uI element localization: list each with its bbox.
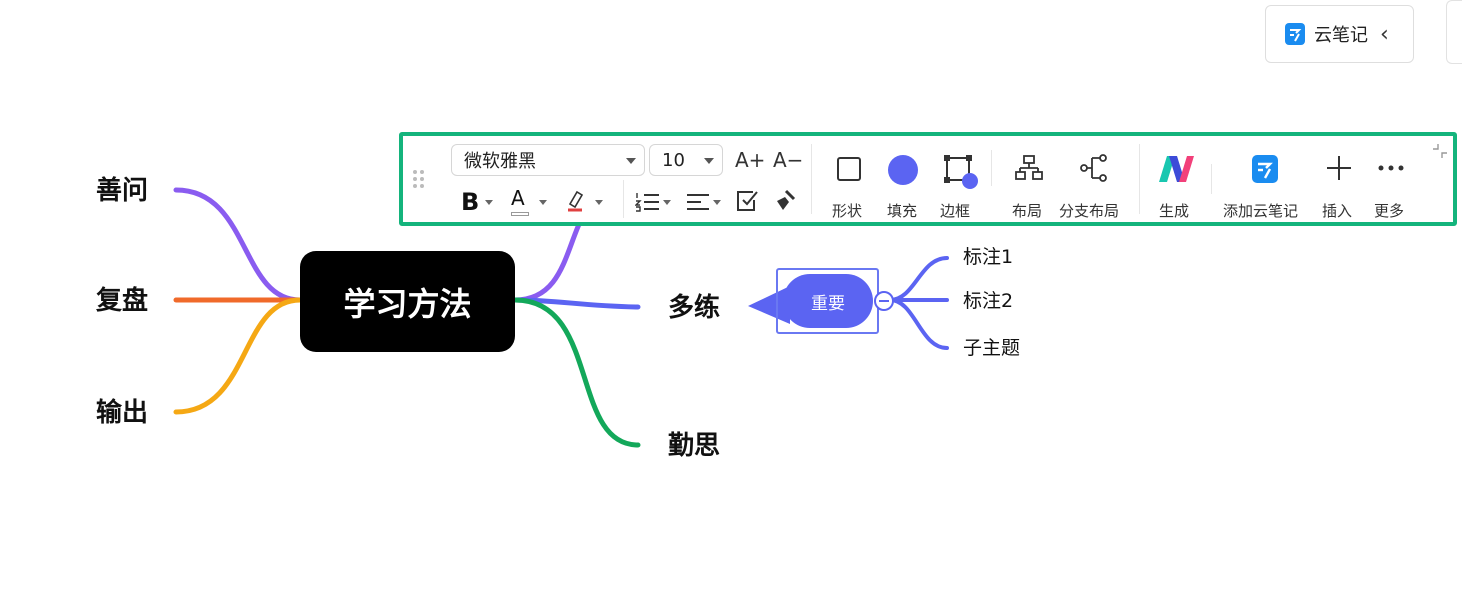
root-topic-label: 学习方法 xyxy=(343,284,472,323)
format-painter-button[interactable] xyxy=(773,188,797,216)
cloud-note-icon xyxy=(1285,23,1305,45)
checkbox-icon xyxy=(737,191,758,211)
branch-layout-tool[interactable]: 分支布局 xyxy=(1057,142,1129,222)
border-icon xyxy=(944,155,978,189)
cloud-note-label: 云笔记 xyxy=(1314,25,1368,46)
more-tool[interactable]: 更多 xyxy=(1367,142,1415,222)
cloud-note-button[interactable]: 云笔记 ‹ xyxy=(1265,5,1414,63)
font-size-value: 10 xyxy=(662,149,685,171)
cloud-note-icon xyxy=(1252,155,1278,183)
branch-layout-label: 分支布局 xyxy=(1059,202,1120,220)
fill-color-icon xyxy=(888,155,918,185)
font-color-icon: A xyxy=(511,186,525,210)
shape-label: 形状 xyxy=(832,202,863,220)
increase-font-button[interactable]: A+ xyxy=(735,148,765,172)
generate-label: 生成 xyxy=(1159,202,1190,220)
subtopic-biaozhu2[interactable]: 标注2 xyxy=(963,292,1013,311)
plus-icon xyxy=(1327,156,1351,180)
layout-tree-icon xyxy=(1015,155,1043,180)
fill-tool[interactable]: 填充 xyxy=(879,142,929,222)
caret-down-icon xyxy=(626,158,636,164)
font-color-button[interactable]: A xyxy=(511,186,551,218)
font-family-value: 微软雅黑 xyxy=(464,151,536,172)
border-label: 边框 xyxy=(940,202,971,220)
connector-qinsi xyxy=(512,297,641,448)
square-shape-icon xyxy=(837,157,861,181)
root-topic[interactable]: 学习方法 xyxy=(300,251,515,352)
drag-handle-icon[interactable] xyxy=(413,170,427,192)
ai-generate-icon xyxy=(1159,156,1194,182)
numbered-list-icon xyxy=(634,193,659,212)
numbered-list-button[interactable] xyxy=(634,190,671,216)
highlighter-icon xyxy=(568,190,584,212)
align-left-icon xyxy=(687,194,709,210)
minus-icon xyxy=(879,300,889,302)
caret-down-icon xyxy=(704,158,714,164)
more-label: 更多 xyxy=(1374,202,1405,220)
topic-qinsi[interactable]: 勤思 xyxy=(668,433,720,459)
layout-label: 布局 xyxy=(1012,202,1043,220)
mindmap-connectors xyxy=(173,187,949,448)
branch-layout-icon xyxy=(1080,154,1107,182)
shape-tool[interactable]: 形状 xyxy=(823,142,873,222)
floating-toolbar: 微软雅黑 10 A+ A− B A 形状 填充 边框 布局 分支布局 生成 添加… xyxy=(399,132,1457,226)
font-size-select[interactable]: 10 xyxy=(649,144,723,176)
add-cloud-note-label: 添加云笔记 xyxy=(1223,202,1299,220)
layout-tool[interactable]: 布局 xyxy=(1001,142,1055,222)
decrease-font-button[interactable]: A− xyxy=(773,148,803,172)
connector-hidden-branch xyxy=(512,219,583,303)
topic-fupan[interactable]: 复盘 xyxy=(96,288,148,314)
connector-shanwen xyxy=(173,187,303,303)
connector-biaozhu1 xyxy=(888,256,949,302)
side-panel-toggle[interactable] xyxy=(1446,0,1462,64)
insert-label: 插入 xyxy=(1322,202,1353,220)
task-checkbox-button[interactable] xyxy=(735,188,759,216)
chevron-left-icon: ‹ xyxy=(1380,21,1389,47)
selected-topic-important[interactable]: 重要 xyxy=(783,274,873,328)
font-family-select[interactable]: 微软雅黑 xyxy=(451,144,645,176)
subtopic-zizhuti[interactable]: 子主题 xyxy=(963,339,1020,358)
add-cloud-note-tool[interactable]: 添加云笔记 xyxy=(1221,142,1311,222)
ai-generate-tool[interactable]: 生成 xyxy=(1149,142,1203,222)
fill-label: 填充 xyxy=(887,202,918,220)
highlight-button[interactable] xyxy=(565,186,605,218)
collapse-toolbar-icon[interactable] xyxy=(1431,142,1449,160)
align-button[interactable] xyxy=(685,190,723,216)
selected-topic-label: 重要 xyxy=(811,293,845,314)
subtopic-biaozhu1[interactable]: 标注1 xyxy=(963,248,1013,267)
insert-tool[interactable]: 插入 xyxy=(1315,142,1363,222)
topic-shanwen[interactable]: 善问 xyxy=(96,178,148,204)
bold-icon: B xyxy=(461,188,480,216)
more-dots-icon xyxy=(1378,165,1404,171)
connector-zizhuti xyxy=(888,298,949,350)
collapse-toggle-button[interactable] xyxy=(874,291,894,311)
connector-shuchu xyxy=(173,297,303,415)
topic-shuchu[interactable]: 输出 xyxy=(96,400,148,426)
topic-duolian[interactable]: 多练 xyxy=(668,295,720,321)
border-tool[interactable]: 边框 xyxy=(935,142,985,222)
format-painter-icon xyxy=(777,189,796,210)
bold-button[interactable]: B xyxy=(461,188,497,218)
